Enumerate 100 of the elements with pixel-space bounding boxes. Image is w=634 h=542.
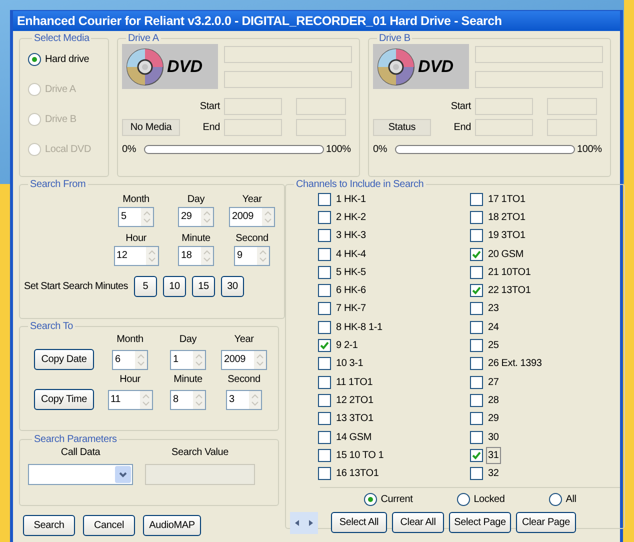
spin-field[interactable]: 2009 (221, 350, 267, 370)
field-label: End (452, 121, 471, 135)
group-label: Drive B (378, 33, 412, 44)
channel-checkbox[interactable]: 22 13TO1 (470, 281, 620, 300)
search-value-field[interactable] (145, 464, 255, 485)
channel-checkbox[interactable]: 32 (470, 464, 620, 483)
channel-checkbox[interactable]: 3 HK-3 (318, 226, 470, 245)
channel-checkbox[interactable]: 28 (470, 391, 620, 410)
spin-field[interactable]: 2009 (229, 207, 275, 227)
channel-checkbox[interactable]: 10 3-1 (318, 354, 470, 373)
radio-option[interactable]: Locked (456, 492, 505, 507)
field-label: Minute (172, 373, 204, 387)
spin-arrows-icon (262, 208, 274, 226)
logo-text: DVD (418, 56, 454, 78)
channel-checkbox[interactable]: 7 HK-7 (318, 300, 470, 318)
spin-field[interactable]: 3 (226, 390, 262, 410)
date-field (296, 119, 346, 136)
spin-field[interactable]: 18 (178, 246, 214, 266)
field-label: Month (122, 193, 150, 207)
field-label: Second (236, 232, 268, 246)
spin-field[interactable]: 5 (118, 207, 154, 227)
spin-field[interactable]: 11 (108, 390, 152, 410)
channel-action-button[interactable]: Select All (331, 512, 387, 534)
channel-checkbox[interactable]: 20 GSM (470, 244, 620, 264)
minutes-button[interactable]: 10 (162, 276, 186, 297)
field-label: Start (450, 100, 471, 114)
right-arrow-icon (309, 520, 313, 526)
channel-checkbox[interactable]: 13 3TO1 (318, 410, 470, 428)
channel-checkbox[interactable]: 24 (470, 318, 620, 336)
channel-action-button[interactable]: Clear All (392, 512, 444, 534)
channel-checkbox[interactable]: 12 2TO1 (318, 391, 470, 410)
spin-arrows-icon (140, 391, 152, 409)
spin-arrows-icon (201, 208, 213, 226)
channel-checkbox[interactable]: 6 HK-6 (318, 281, 470, 300)
dialog-button[interactable]: Search (23, 515, 75, 536)
channel-checkbox[interactable]: 18 2TO1 (470, 208, 620, 227)
dialog-button[interactable]: AudioMAP (143, 515, 201, 536)
channel-checkbox[interactable]: 2 HK-2 (318, 208, 470, 227)
call-data-dropdown[interactable] (28, 464, 133, 485)
channel-checkbox[interactable]: 17 1TO1 (470, 190, 620, 208)
spin-field[interactable]: 29 (178, 207, 214, 227)
channel-checkbox[interactable]: 27 (470, 372, 620, 392)
channel-checkbox[interactable]: 8 HK-8 1-1 (318, 318, 470, 336)
radio-option[interactable]: Hard drive (28, 52, 108, 67)
channel-checkbox[interactable]: 1 HK-1 (318, 190, 470, 208)
disc-icon (377, 48, 415, 86)
status-label: No Media (122, 119, 180, 136)
channel-checkbox[interactable]: 31 (470, 446, 620, 464)
progress-min-label: 0% (122, 143, 138, 157)
channel-checkbox[interactable]: 15 10 TO 1 (318, 446, 470, 464)
field-label: Day (178, 333, 198, 347)
minutes-label: Set Start Search Minutes (24, 280, 128, 294)
channel-checkbox[interactable]: 30 (470, 428, 620, 446)
group-label: Search To (29, 321, 74, 332)
channel-checkbox[interactable]: 26 Ext. 1393 (470, 354, 620, 373)
channel-checkbox[interactable]: 25 (470, 336, 620, 355)
radio-option[interactable]: All (548, 492, 576, 507)
minutes-button[interactable]: 15 (192, 276, 215, 297)
logo-text: DVD (167, 56, 202, 78)
channel-checkbox[interactable]: 5 HK-5 (318, 263, 470, 282)
spin-field[interactable]: 9 (234, 246, 270, 266)
spin-arrows-icon (249, 391, 261, 409)
date-field (224, 98, 282, 115)
field-label: Day (187, 193, 205, 207)
spin-field[interactable]: 6 (112, 350, 148, 370)
channel-action-button[interactable]: Clear Page (516, 512, 576, 534)
dialog-button[interactable]: Cancel (83, 515, 135, 536)
channel-checkbox[interactable]: 9 2-1 (318, 336, 470, 355)
minutes-button[interactable]: 30 (220, 276, 244, 297)
channel-checkbox[interactable]: 14 GSM (318, 428, 470, 446)
spin-field[interactable]: 12 (114, 246, 158, 266)
channel-checkbox[interactable]: 11 1TO1 (318, 372, 470, 392)
copy-date-button[interactable]: Copy Date (34, 349, 94, 370)
field-label: Year (233, 333, 255, 347)
copy-time-button[interactable]: Copy Time (34, 389, 94, 410)
minutes-button[interactable]: 5 (134, 276, 157, 297)
channel-checkbox[interactable]: 16 13TO1 (318, 464, 470, 483)
progress-min-label: 0% (373, 143, 388, 157)
spin-field[interactable]: 8 (170, 390, 206, 410)
progress-max-label: 100% (326, 143, 351, 157)
field-label: Call Data (60, 446, 100, 460)
spin-arrows-icon (254, 351, 266, 369)
channel-action-button[interactable]: Select Page (449, 512, 511, 534)
field-label: End (202, 121, 220, 135)
date-field (475, 98, 533, 115)
spin-field[interactable]: 1 (170, 350, 206, 370)
date-field (475, 119, 533, 136)
field-label: Search Value (172, 446, 228, 460)
channel-checkbox[interactable]: 23 (470, 300, 620, 318)
channel-checkbox[interactable]: 4 HK-4 (318, 244, 470, 264)
channel-checkbox[interactable]: 21 10TO1 (470, 263, 620, 282)
radio-option[interactable]: Current (364, 492, 413, 507)
channel-checkbox[interactable]: 19 3TO1 (470, 226, 620, 245)
channel-checkbox[interactable]: 29 (470, 410, 620, 428)
spin-arrows-icon (193, 391, 205, 409)
left-arrow-icon (295, 520, 299, 526)
field-label: Hour (126, 232, 146, 246)
status-label: Status (373, 119, 431, 136)
date-field (547, 119, 597, 136)
group-label: Drive A (127, 33, 160, 44)
